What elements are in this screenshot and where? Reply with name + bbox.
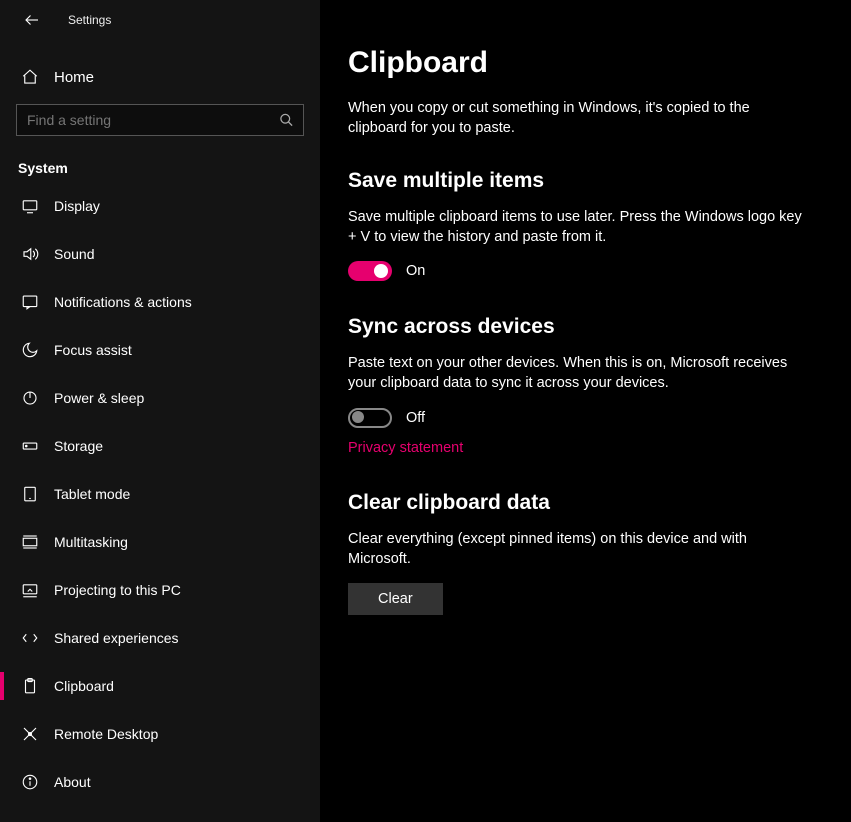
toggle-sync[interactable] <box>348 408 392 428</box>
sidebar-item-label: Sound <box>54 246 94 262</box>
sidebar-home-label: Home <box>54 69 94 86</box>
sidebar: Settings Home System <box>0 0 320 822</box>
section-title: Save multiple items <box>348 169 813 193</box>
display-icon <box>20 197 40 215</box>
page-title: Clipboard <box>348 46 813 80</box>
sidebar-item-shared-experiences[interactable]: Shared experiences <box>0 614 320 662</box>
projecting-icon <box>20 581 40 599</box>
sidebar-item-display[interactable]: Display <box>0 182 320 230</box>
remote-desktop-icon <box>20 725 40 743</box>
sidebar-group-label: System <box>0 140 320 182</box>
tablet-icon <box>20 485 40 503</box>
section-desc: Save multiple clipboard items to use lat… <box>348 207 808 248</box>
sidebar-item-label: Shared experiences <box>54 630 179 646</box>
section-title: Clear clipboard data <box>348 491 813 515</box>
sidebar-item-label: Tablet mode <box>54 486 130 502</box>
notifications-icon <box>20 293 40 311</box>
clipboard-icon <box>20 677 40 695</box>
sound-icon <box>20 245 40 263</box>
sidebar-item-label: Storage <box>54 438 103 454</box>
sidebar-item-notifications[interactable]: Notifications & actions <box>0 278 320 326</box>
sidebar-item-label: Projecting to this PC <box>54 582 181 598</box>
sidebar-item-label: Notifications & actions <box>54 294 192 310</box>
focus-assist-icon <box>20 341 40 359</box>
toggle-state-label: Off <box>406 410 425 426</box>
toggle-clipboard-history[interactable] <box>348 261 392 281</box>
home-icon <box>20 68 40 86</box>
shared-experiences-icon <box>20 629 40 647</box>
sidebar-home[interactable]: Home <box>0 58 320 96</box>
sidebar-item-focus-assist[interactable]: Focus assist <box>0 326 320 374</box>
sidebar-item-label: Clipboard <box>54 678 114 694</box>
sidebar-item-storage[interactable]: Storage <box>0 422 320 470</box>
section-desc: Paste text on your other devices. When t… <box>348 353 808 394</box>
sidebar-item-projecting[interactable]: Projecting to this PC <box>0 566 320 614</box>
search-input[interactable] <box>16 104 304 136</box>
section-title: Sync across devices <box>348 315 813 339</box>
sidebar-item-label: Focus assist <box>54 342 132 358</box>
toggle-knob <box>374 264 388 278</box>
clear-button[interactable]: Clear <box>348 583 443 615</box>
power-icon <box>20 389 40 407</box>
sidebar-item-remote-desktop[interactable]: Remote Desktop <box>0 710 320 758</box>
sidebar-item-label: Remote Desktop <box>54 726 158 742</box>
titlebar: Settings <box>0 0 320 40</box>
toggle-state-label: On <box>406 263 425 279</box>
sidebar-item-label: Multitasking <box>54 534 128 550</box>
section-save-multiple: Save multiple items Save multiple clipbo… <box>348 169 813 282</box>
privacy-statement-link[interactable]: Privacy statement <box>348 440 463 456</box>
sidebar-item-label: Power & sleep <box>54 390 144 406</box>
sidebar-item-label: Display <box>54 198 100 214</box>
section-sync: Sync across devices Paste text on your o… <box>348 315 813 457</box>
sidebar-item-sound[interactable]: Sound <box>0 230 320 278</box>
sidebar-item-label: About <box>54 774 91 790</box>
sidebar-item-about[interactable]: About <box>0 758 320 806</box>
sidebar-item-power-sleep[interactable]: Power & sleep <box>0 374 320 422</box>
search-icon <box>279 113 294 128</box>
sidebar-item-multitasking[interactable]: Multitasking <box>0 518 320 566</box>
sidebar-item-clipboard[interactable]: Clipboard <box>0 662 320 710</box>
multitasking-icon <box>20 533 40 551</box>
section-clear: Clear clipboard data Clear everything (e… <box>348 491 813 616</box>
section-desc: Clear everything (except pinned items) o… <box>348 529 808 570</box>
sidebar-nav: Display Sound Notifications & actions Fo… <box>0 182 320 806</box>
toggle-knob <box>352 411 364 423</box>
main-panel: Clipboard When you copy or cut something… <box>320 0 851 822</box>
sidebar-item-tablet-mode[interactable]: Tablet mode <box>0 470 320 518</box>
info-icon <box>20 773 40 791</box>
arrow-left-icon <box>23 11 41 29</box>
back-button[interactable] <box>20 8 44 32</box>
page-intro: When you copy or cut something in Window… <box>348 98 788 139</box>
window-title: Settings <box>68 13 111 27</box>
storage-icon <box>20 437 40 455</box>
